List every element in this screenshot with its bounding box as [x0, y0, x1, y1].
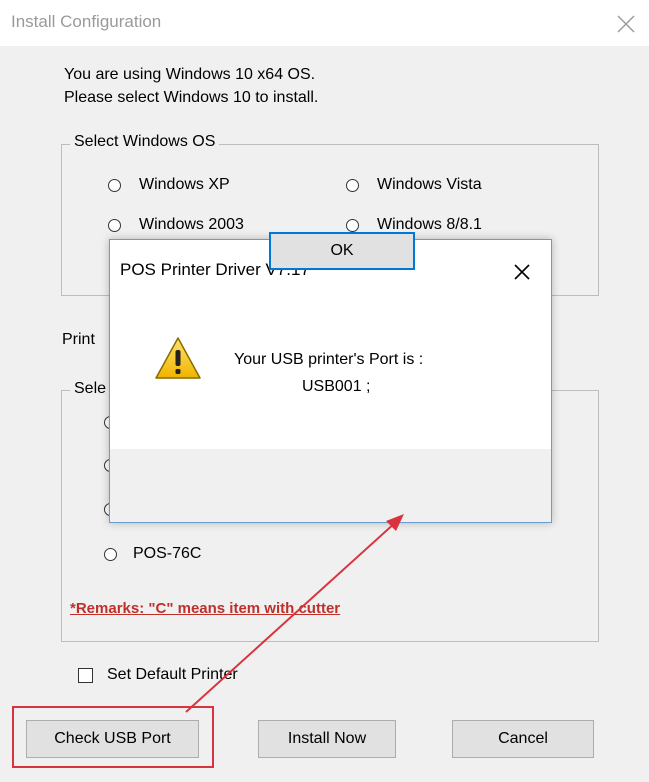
radio-windows-xp[interactable] — [108, 179, 121, 192]
radio-label-pos-76c: POS-76C — [133, 545, 202, 562]
intro-line-2: Please select Windows 10 to install. — [64, 89, 319, 106]
warning-icon — [155, 337, 201, 379]
radio-windows-8[interactable] — [346, 219, 359, 232]
radio-label-windows-2003: Windows 2003 — [139, 216, 244, 233]
dialog-message-line-1: Your USB printer's Port is : — [234, 351, 424, 368]
dialog-footer — [110, 449, 551, 522]
title-bar: Install Configuration — [0, 0, 649, 46]
dialog-message-line-2: USB001 ; — [302, 378, 371, 395]
window-title: Install Configuration — [11, 12, 162, 31]
install-now-button[interactable]: Install Now — [258, 720, 396, 758]
port-info-dialog: POS Printer Driver V7.17 Your USB printe… — [109, 239, 552, 523]
radio-windows-2003[interactable] — [108, 219, 121, 232]
intro-line-1: You are using Windows 10 x64 OS. — [64, 66, 316, 83]
cancel-button[interactable]: Cancel — [452, 720, 594, 758]
radio-label-windows-vista: Windows Vista — [377, 176, 482, 193]
close-icon[interactable] — [614, 12, 638, 36]
dialog-ok-button[interactable]: OK — [269, 232, 415, 270]
printer-section-label: Print — [62, 331, 95, 348]
dialog-close-icon[interactable] — [510, 260, 534, 284]
default-printer-label: Set Default Printer — [107, 666, 238, 683]
annotation-highlight-box — [12, 706, 214, 768]
radio-label-windows-xp: Windows XP — [139, 176, 230, 193]
radio-windows-vista[interactable] — [346, 179, 359, 192]
select-printer-group-label: Sele — [70, 380, 111, 398]
select-os-group-label: Select Windows OS — [70, 133, 220, 151]
radio-pos-76c[interactable] — [104, 548, 117, 561]
default-printer-checkbox[interactable] — [78, 668, 93, 683]
remarks-text: *Remarks: "C" means item with cutter — [70, 600, 341, 617]
